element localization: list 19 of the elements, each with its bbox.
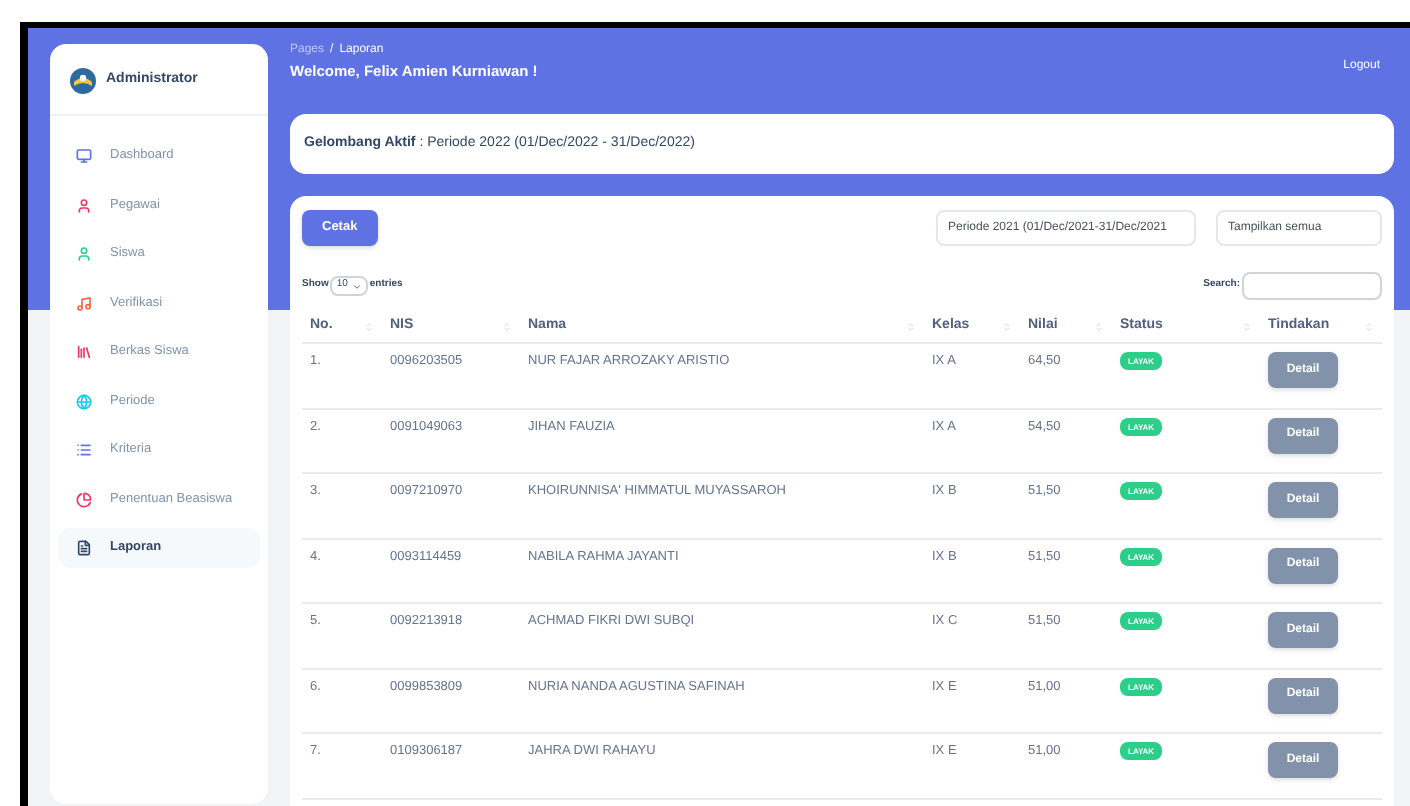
document-icon: [76, 540, 92, 556]
sort-icon[interactable]: [364, 322, 374, 332]
chevron-down-icon: [351, 281, 362, 291]
monitor-icon: [76, 148, 92, 164]
music-note-icon: [76, 295, 92, 311]
sort-icon[interactable]: [1094, 322, 1104, 332]
sort-icon[interactable]: [1364, 322, 1374, 332]
list-icon: [76, 442, 92, 458]
sort-icon[interactable]: [502, 322, 512, 332]
books-icon: [76, 344, 92, 360]
sort-icon[interactable]: [906, 322, 916, 332]
sort-icon[interactable]: [1002, 322, 1012, 332]
pie-chart-icon: [76, 491, 92, 507]
logo-icon: [70, 67, 96, 93]
sort-icon[interactable]: [1242, 322, 1252, 332]
user-icon: [76, 197, 92, 213]
search-field[interactable]: [1242, 272, 1382, 300]
user-icon: [76, 246, 92, 262]
globe-icon: [76, 393, 92, 409]
